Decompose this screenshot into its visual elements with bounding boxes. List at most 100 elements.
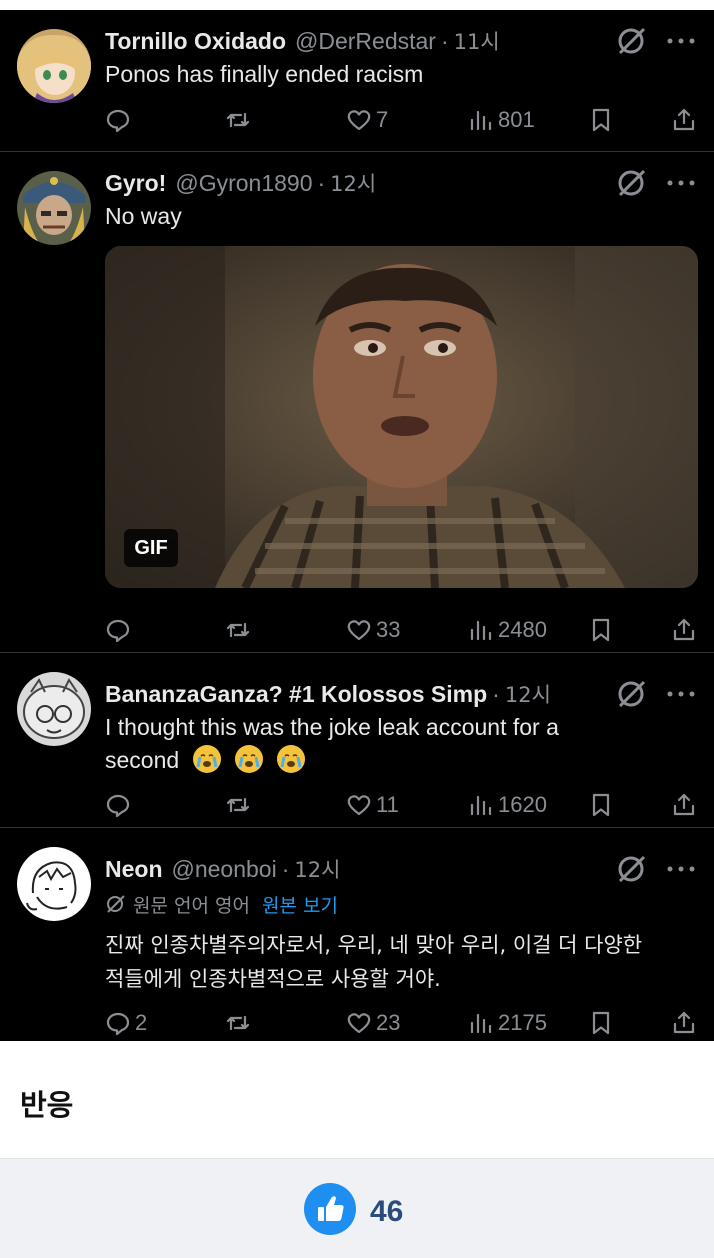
share-button[interactable]	[671, 1006, 697, 1040]
display-name[interactable]: BananzaGanza? #1 Kolossos Simp	[105, 681, 487, 708]
repost-icon	[226, 797, 250, 813]
post-header: Gyro! @Gyron1890 · 12시	[105, 168, 376, 198]
post-text-word: second	[105, 747, 180, 773]
share-icon	[673, 1011, 695, 1034]
gif-media[interactable]: GIF	[105, 246, 698, 588]
share-button[interactable]	[671, 613, 697, 647]
user-handle[interactable]: @DerRedstar	[295, 28, 436, 55]
post-text-line-2: second	[105, 744, 559, 777]
crying-face-emoji-icon	[235, 745, 264, 773]
post-text: I thought this was the joke leak account…	[105, 711, 559, 777]
bookmark-button[interactable]	[588, 1006, 614, 1040]
repost-button[interactable]	[225, 1006, 251, 1040]
views-icon	[470, 1013, 492, 1034]
bookmark-icon	[592, 793, 610, 817]
reply-button[interactable]	[105, 613, 135, 647]
repost-icon	[226, 112, 250, 128]
views-icon	[470, 110, 492, 131]
timestamp[interactable]: 11시	[454, 26, 500, 56]
grok-icon[interactable]	[615, 677, 649, 711]
like-button[interactable]: 11	[346, 788, 399, 822]
grok-icon[interactable]	[615, 852, 649, 886]
gif-badge: GIF	[124, 529, 178, 567]
more-options-icon[interactable]	[664, 177, 698, 189]
repost-button[interactable]	[225, 788, 251, 822]
translation-language: 원문 언어 영어	[133, 894, 250, 917]
avatar[interactable]	[17, 171, 91, 245]
timestamp[interactable]: 12시	[330, 168, 376, 198]
views-button[interactable]: 2480	[468, 613, 547, 647]
bookmark-icon	[592, 618, 610, 642]
display-name[interactable]: Tornillo Oxidado	[105, 28, 286, 55]
share-icon	[673, 108, 695, 131]
like-button[interactable]: 23	[346, 1006, 400, 1040]
post-tornillo[interactable]: Tornillo Oxidado @DerRedstar · 11시 Ponos…	[0, 10, 714, 152]
like-count: 33	[376, 617, 401, 642]
views-button[interactable]: 801	[468, 103, 535, 137]
separator-dot: ·	[492, 680, 500, 707]
views-button[interactable]: 1620	[468, 788, 547, 822]
reply-button[interactable]	[105, 788, 135, 822]
reply-button[interactable]: 2	[105, 1006, 147, 1040]
views-icon	[470, 795, 492, 816]
post-text: Ponos has finally ended racism	[105, 61, 424, 87]
post-header: Neon @neonboi · 12시	[105, 854, 340, 884]
bookmark-button[interactable]	[588, 613, 614, 647]
views-button[interactable]: 2175	[468, 1006, 547, 1040]
heart-icon	[347, 110, 371, 131]
crying-face-emoji-icon	[193, 745, 222, 773]
reactions-heading: 반응	[20, 1088, 74, 1122]
reply-count: 2	[135, 1010, 148, 1035]
share-icon	[673, 618, 695, 641]
more-options-icon[interactable]	[664, 688, 698, 700]
user-handle[interactable]: @Gyron1890	[175, 170, 312, 197]
crying-face-emoji-icon	[277, 745, 306, 773]
view-count: 1620	[498, 792, 547, 817]
like-button[interactable]: 7	[346, 103, 388, 137]
separator-dot: ·	[281, 855, 290, 882]
timestamp[interactable]: 12시	[294, 854, 340, 884]
post-neon[interactable]: Neon @neonboi · 12시 원문 언어 영어 원본 보기 진짜 인종…	[0, 828, 714, 1041]
avatar[interactable]	[17, 847, 91, 921]
avatar[interactable]	[17, 29, 91, 103]
show-original-link[interactable]: 원본 보기	[262, 891, 338, 918]
repost-icon	[226, 622, 250, 638]
post-text: 진짜 인종차별주의자로서, 우리, 네 맞아 우리, 이걸 더 다양한 적들에게…	[105, 928, 642, 996]
display-name[interactable]: Neon	[105, 856, 163, 883]
share-button[interactable]	[671, 788, 697, 822]
gif-frame	[105, 246, 698, 588]
thumbs-up-button[interactable]	[304, 1183, 356, 1235]
separator-dot: ·	[440, 27, 449, 54]
like-count: 23	[376, 1010, 401, 1035]
post-bananzaganza[interactable]: BananzaGanza? #1 Kolossos Simp · 12시 I t…	[0, 653, 714, 828]
repost-icon	[226, 1015, 250, 1031]
bookmark-button[interactable]	[588, 103, 614, 137]
translate-icon	[107, 895, 125, 913]
timestamp[interactable]: 12시	[505, 679, 551, 709]
post-gyro[interactable]: Gyro! @Gyron1890 · 12시 No way GIF 33 248…	[0, 152, 714, 653]
more-options-icon[interactable]	[664, 863, 698, 875]
bookmark-button[interactable]	[588, 788, 614, 822]
reply-button[interactable]	[105, 103, 135, 137]
display-name[interactable]: Gyro!	[105, 170, 166, 197]
like-count: 11	[376, 792, 399, 817]
grok-icon[interactable]	[615, 24, 649, 58]
reply-icon	[106, 1012, 130, 1036]
user-handle[interactable]: @neonboi	[172, 856, 277, 883]
grok-icon[interactable]	[615, 166, 649, 200]
view-count: 2480	[498, 617, 547, 642]
view-count: 2175	[498, 1010, 547, 1035]
views-icon	[470, 620, 492, 641]
thumbs-up-icon	[318, 1196, 344, 1221]
repost-button[interactable]	[225, 613, 251, 647]
avatar[interactable]	[17, 672, 91, 746]
reply-icon	[106, 109, 130, 133]
heart-icon	[347, 1013, 371, 1034]
post-text-line: I thought this was the joke leak account…	[105, 714, 559, 740]
bookmark-icon	[592, 108, 610, 132]
repost-button[interactable]	[225, 103, 251, 137]
share-button[interactable]	[671, 103, 697, 137]
more-options-icon[interactable]	[664, 35, 698, 47]
translation-notice: 원문 언어 영어 원본 보기	[105, 889, 338, 919]
like-button[interactable]: 33	[346, 613, 400, 647]
